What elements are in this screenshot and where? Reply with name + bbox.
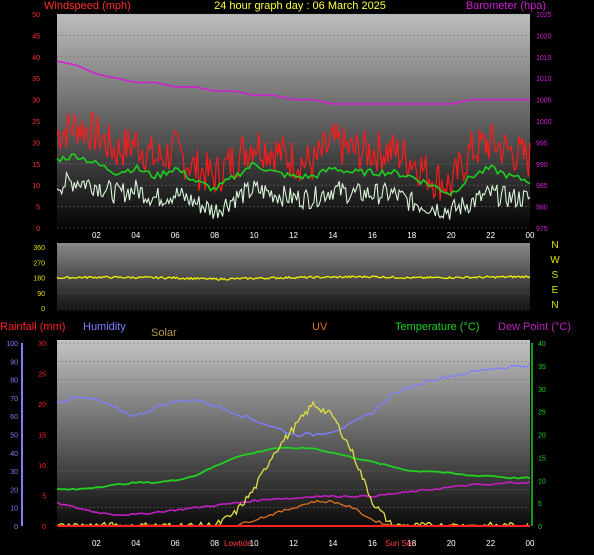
weather-graph: 0 5 10 15 20 25 30 35 40 45 50 975 980 985 990 995 1000 1…	[0, 0, 594, 555]
tick-windspeed: 40	[32, 55, 40, 62]
tick-humidity: 30	[10, 469, 18, 476]
tick-windspeed: 30	[32, 98, 40, 105]
tick-barometer: 995	[536, 140, 548, 147]
tick-temperature: 20	[538, 433, 546, 440]
tick-barometer: 1015	[536, 55, 552, 62]
tick-hour: 14	[328, 231, 337, 240]
tick-barometer: 985	[536, 183, 548, 190]
tick-hour: 06	[171, 231, 180, 240]
tick-barometer: 1000	[536, 119, 552, 126]
tick-barometer: 1025	[536, 12, 552, 19]
compass-label: N	[551, 240, 558, 251]
tick-direction: 270	[33, 260, 45, 267]
tick-hour-bottom: 04	[131, 539, 140, 548]
tick-hour: 20	[447, 231, 456, 240]
event-sunset: Sun Set	[385, 539, 414, 548]
tick-rain: 15	[38, 433, 46, 440]
event-lowtide: Lowtide	[224, 539, 252, 548]
tick-rain: 5	[42, 494, 46, 501]
tick-rain: 20	[38, 402, 46, 409]
tick-hour-bottom: 00	[526, 539, 535, 548]
tick-hour: 08	[210, 231, 219, 240]
tick-temperature: 10	[538, 478, 546, 485]
tick-hour-bottom: 02	[92, 539, 101, 548]
tick-hour: 02	[92, 231, 101, 240]
tick-windspeed: 5	[36, 205, 40, 212]
dewpoint-label: Dew Point (°C)	[498, 321, 571, 333]
tick-hour: 12	[289, 231, 298, 240]
tick-barometer: 1020	[536, 33, 552, 40]
tick-humidity: 80	[10, 378, 18, 385]
tick-temperature: 35	[538, 364, 546, 371]
tick-barometer: 990	[536, 162, 548, 169]
tick-direction: 90	[37, 291, 45, 298]
tick-windspeed: 25	[32, 119, 40, 126]
tick-rain: 30	[38, 341, 46, 348]
tick-rain: 10	[38, 463, 46, 470]
tick-hour-bottom: 06	[171, 539, 180, 548]
tick-hour-bottom: 08	[210, 539, 219, 548]
compass-label: S	[552, 270, 559, 281]
tick-hour: 18	[407, 231, 416, 240]
tick-barometer: 980	[536, 205, 548, 212]
tick-humidity: 100	[6, 341, 18, 348]
tick-hour-bottom: 20	[447, 539, 456, 548]
tick-direction: 180	[33, 276, 45, 283]
tick-hour-bottom: 16	[368, 539, 377, 548]
tick-humidity: 20	[10, 487, 18, 494]
tick-barometer: 1010	[536, 76, 552, 83]
tick-temperature: 5	[538, 501, 542, 508]
tick-humidity: 40	[10, 451, 18, 458]
tick-direction: 0	[41, 306, 45, 313]
tick-windspeed: 0	[36, 226, 40, 233]
compass-label: N	[551, 300, 558, 311]
compass-label: W	[550, 255, 560, 266]
tick-hour-bottom: 14	[328, 539, 337, 548]
tick-windspeed: 35	[32, 76, 40, 83]
tick-rain: 0	[42, 524, 46, 531]
uv-label: UV	[312, 321, 328, 333]
tick-humidity: 70	[10, 396, 18, 403]
tick-humidity: 60	[10, 414, 18, 421]
temperature-label: Temperature (°C)	[395, 321, 479, 333]
barometer-axis-label: Barometer (hpa)	[466, 0, 546, 12]
tick-hour: 22	[486, 231, 495, 240]
tick-humidity: 10	[10, 506, 18, 513]
tick-temperature: 15	[538, 455, 546, 462]
tick-windspeed: 50	[32, 12, 40, 19]
tick-hour: 00	[526, 231, 535, 240]
tick-temperature: 0	[538, 524, 542, 531]
tick-humidity: 50	[10, 433, 18, 440]
windspeed-axis-label: Windspeed (mph)	[44, 0, 131, 12]
tick-hour: 10	[250, 231, 259, 240]
tick-windspeed: 20	[32, 140, 40, 147]
tick-barometer: 975	[536, 226, 548, 233]
tick-temperature: 40	[538, 341, 546, 348]
tick-temperature: 30	[538, 387, 546, 394]
humidity-label: Humidity	[83, 321, 126, 333]
rainfall-label: Rainfall (mm)	[0, 321, 65, 333]
compass-label: E	[552, 285, 559, 296]
tick-humidity: 0	[14, 524, 18, 531]
tick-hour-bottom: 12	[289, 539, 298, 548]
tick-rain: 25	[38, 372, 46, 379]
tick-barometer: 1005	[536, 98, 552, 105]
tick-hour: 04	[131, 231, 140, 240]
tick-windspeed: 15	[32, 162, 40, 169]
tick-temperature: 25	[538, 410, 546, 417]
tick-windspeed: 10	[32, 183, 40, 190]
tick-direction: 360	[33, 245, 45, 252]
chart-canvas: 0510152025303540455097598098599099510001…	[0, 0, 571, 548]
tick-hour-bottom: 22	[486, 539, 495, 548]
chart-title: 24 hour graph day : 06 March 2025	[214, 0, 386, 12]
solar-label: Solar	[151, 327, 177, 339]
tick-hour: 16	[368, 231, 377, 240]
tick-humidity: 90	[10, 359, 18, 366]
tick-windspeed: 45	[32, 33, 40, 40]
